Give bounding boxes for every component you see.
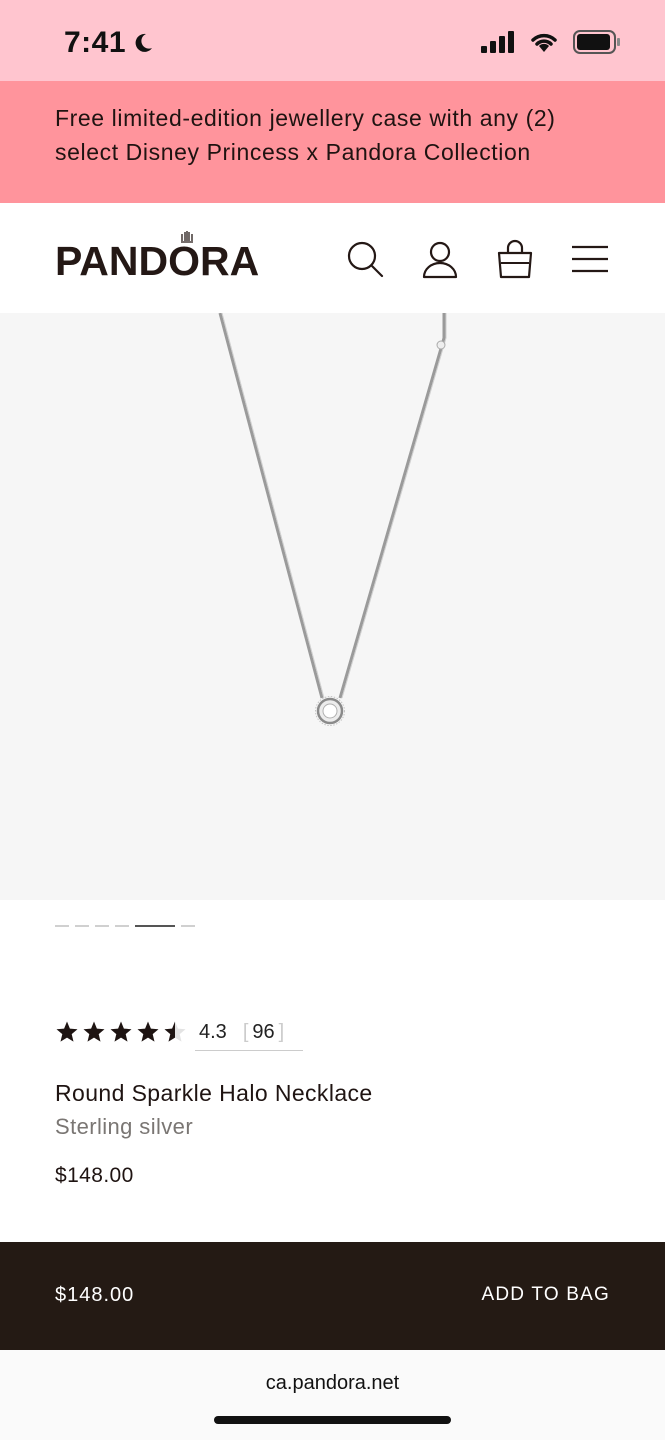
site-header: PANDORA bbox=[0, 203, 665, 313]
search-icon[interactable] bbox=[345, 239, 385, 279]
product-gallery[interactable] bbox=[0, 312, 665, 900]
signal-icon bbox=[481, 31, 514, 53]
home-indicator[interactable] bbox=[214, 1416, 451, 1424]
necklace-image bbox=[218, 312, 447, 726]
battery-icon bbox=[573, 30, 620, 54]
review-count: 96 bbox=[252, 1020, 275, 1043]
moon-icon bbox=[135, 33, 153, 52]
pagination-dot[interactable] bbox=[115, 925, 129, 927]
status-icons bbox=[481, 30, 621, 54]
promo-banner[interactable]: Free limited-edition jewellery case with… bbox=[0, 81, 665, 203]
pagination-dot[interactable] bbox=[75, 925, 89, 927]
star-icon bbox=[56, 1021, 78, 1042]
promo-text: Free limited-edition jewellery case with… bbox=[55, 101, 625, 169]
star-icon bbox=[137, 1021, 159, 1042]
rating-stars bbox=[55, 1020, 187, 1044]
clock-text: 7:41 bbox=[64, 26, 127, 59]
review-count-link[interactable]: [ 96 ] bbox=[239, 1021, 288, 1044]
half-star-icon bbox=[164, 1021, 186, 1042]
pagination-dot-active[interactable] bbox=[135, 925, 175, 927]
wifi-icon bbox=[531, 33, 557, 52]
sticky-add-to-bag-bar: $148.00 ADD TO BAG bbox=[0, 1242, 665, 1350]
pagination-dot[interactable] bbox=[95, 925, 109, 927]
account-icon[interactable] bbox=[420, 239, 460, 279]
product-rating[interactable]: 4.3 [ 96 ] bbox=[55, 1020, 303, 1051]
star-icon bbox=[110, 1021, 132, 1042]
promo-line-2: select Disney Princess x Pandora Collect… bbox=[55, 139, 531, 165]
browser-address-bar: ca.pandora.net bbox=[0, 1350, 665, 1440]
pagination-dot[interactable] bbox=[181, 925, 195, 927]
promo-line-1: Free limited-edition jewellery case with… bbox=[55, 105, 556, 131]
url-field[interactable]: ca.pandora.net bbox=[0, 1372, 665, 1395]
pagination-dot[interactable] bbox=[55, 925, 69, 927]
product-name: Round Sparkle Halo Necklace bbox=[55, 1080, 373, 1106]
product-price: $148.00 bbox=[55, 1164, 134, 1187]
logo-text: PANDORA bbox=[55, 238, 260, 284]
status-bar: 7:41 bbox=[0, 0, 665, 81]
star-icon bbox=[83, 1021, 105, 1042]
status-time: 7:41 bbox=[64, 26, 154, 60]
product-material: Sterling silver bbox=[55, 1114, 194, 1139]
sticky-price: $148.00 bbox=[55, 1284, 135, 1306]
menu-icon[interactable] bbox=[570, 239, 610, 279]
rating-underline bbox=[195, 1050, 303, 1051]
add-to-bag-button[interactable]: ADD TO BAG bbox=[482, 1284, 611, 1306]
gallery-pagination bbox=[55, 925, 195, 927]
rating-value: 4.3 bbox=[199, 1020, 227, 1043]
pandora-logo[interactable]: PANDORA bbox=[55, 231, 269, 284]
bag-icon[interactable] bbox=[495, 239, 535, 279]
